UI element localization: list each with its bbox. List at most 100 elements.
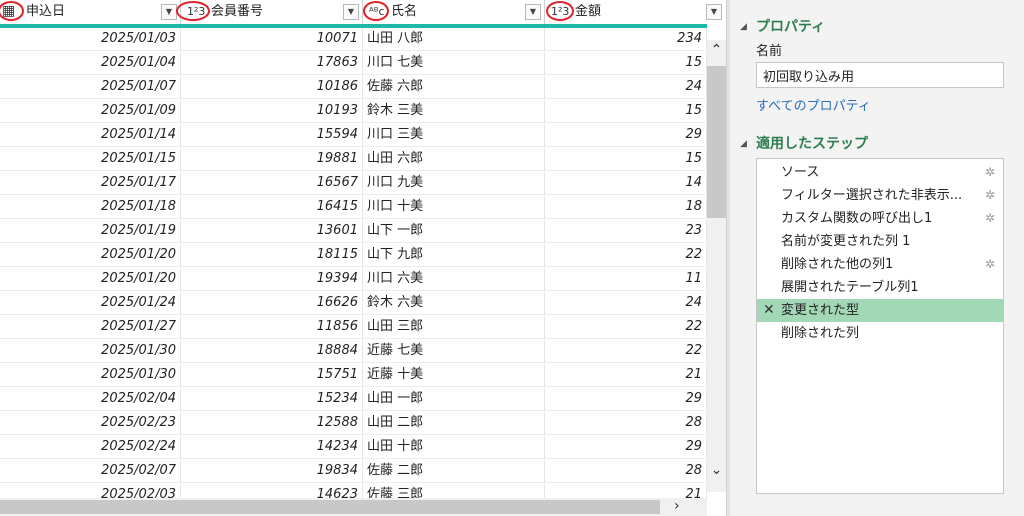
cell-date[interactable]: 2025/01/09 xyxy=(0,100,181,122)
cell-date[interactable]: 2025/02/24 xyxy=(0,436,181,458)
cell-date[interactable]: 2025/01/15 xyxy=(0,148,181,170)
cell-id[interactable]: 14234 xyxy=(181,436,363,458)
cell-name[interactable]: 山下 九郎 xyxy=(363,244,545,266)
cell-name[interactable]: 山田 二郎 xyxy=(363,412,545,434)
cell-date[interactable]: 2025/01/14 xyxy=(0,124,181,146)
cell-amt[interactable]: 28 xyxy=(545,460,707,482)
gear-icon[interactable]: ✲ xyxy=(985,161,995,184)
dropdown-arrow-icon[interactable]: ▼ xyxy=(706,4,722,20)
cell-id[interactable]: 15594 xyxy=(181,124,363,146)
cell-date[interactable]: 2025/01/19 xyxy=(0,220,181,242)
table-row[interactable]: 2025/01/04 17863 川口 七美 15 xyxy=(0,52,707,75)
cell-date[interactable]: 2025/02/04 xyxy=(0,388,181,410)
cell-name[interactable]: 川口 九美 xyxy=(363,172,545,194)
cell-id[interactable]: 15234 xyxy=(181,388,363,410)
cell-amt[interactable]: 22 xyxy=(545,316,707,338)
vertical-scroll-thumb[interactable] xyxy=(707,66,726,218)
table-row[interactable]: 2025/01/17 16567 川口 九美 14 xyxy=(0,172,707,195)
delete-step-icon[interactable]: ✕ xyxy=(763,299,775,322)
cell-date[interactable]: 2025/01/04 xyxy=(0,52,181,74)
column-header-name[interactable]: ᴬᴮc 氏名 ▼ xyxy=(363,0,545,24)
scroll-down-icon[interactable]: ⌄ xyxy=(707,462,726,478)
dropdown-arrow-icon[interactable]: ▼ xyxy=(525,4,541,20)
cell-id[interactable]: 11856 xyxy=(181,316,363,338)
cell-id[interactable]: 13601 xyxy=(181,220,363,242)
dropdown-arrow-icon[interactable]: ▼ xyxy=(161,4,177,20)
cell-date[interactable]: 2025/01/20 xyxy=(0,244,181,266)
table-row[interactable]: 2025/02/07 19834 佐藤 二郎 28 xyxy=(0,460,707,483)
applied-step[interactable]: ✕ 変更された型 xyxy=(757,299,1003,322)
table-row[interactable]: 2025/01/27 11856 山田 三郎 22 xyxy=(0,316,707,339)
cell-date[interactable]: 2025/01/30 xyxy=(0,340,181,362)
collapse-triangle-icon[interactable]: ◢ xyxy=(740,139,747,149)
cell-name[interactable]: 鈴木 三美 xyxy=(363,100,545,122)
scroll-right-icon[interactable]: › xyxy=(674,498,680,514)
cell-name[interactable]: 近藤 十美 xyxy=(363,364,545,386)
applied-step[interactable]: フィルター選択された非表示... ✲ xyxy=(757,184,1003,207)
cell-amt[interactable]: 24 xyxy=(545,76,707,98)
cell-date[interactable]: 2025/01/03 xyxy=(0,28,181,50)
cell-id[interactable]: 19394 xyxy=(181,268,363,290)
cell-id[interactable]: 19834 xyxy=(181,460,363,482)
cell-date[interactable]: 2025/02/23 xyxy=(0,412,181,434)
cell-id[interactable]: 16626 xyxy=(181,292,363,314)
table-row[interactable]: 2025/01/24 16626 鈴木 六美 24 xyxy=(0,292,707,315)
applied-step[interactable]: カスタム関数の呼び出し1 ✲ xyxy=(757,207,1003,230)
collapse-triangle-icon[interactable]: ◢ xyxy=(740,22,747,32)
table-row[interactable]: 2025/01/20 18115 山下 九郎 22 xyxy=(0,244,707,267)
cell-date[interactable]: 2025/01/20 xyxy=(0,268,181,290)
cell-amt[interactable]: 15 xyxy=(545,100,707,122)
table-row[interactable]: 2025/01/15 19881 山田 六郎 15 xyxy=(0,148,707,171)
cell-amt[interactable]: 24 xyxy=(545,292,707,314)
cell-id[interactable]: 17863 xyxy=(181,52,363,74)
all-properties-link[interactable]: すべてのプロパティ xyxy=(756,95,871,114)
cell-name[interactable]: 川口 六美 xyxy=(363,268,545,290)
cell-name[interactable]: 川口 三美 xyxy=(363,124,545,146)
horizontal-scroll-thumb[interactable] xyxy=(0,500,660,514)
gear-icon[interactable]: ✲ xyxy=(985,253,995,276)
applied-step[interactable]: 名前が変更された列 1 xyxy=(757,230,1003,253)
applied-step[interactable]: 削除された列 xyxy=(757,322,1003,345)
cell-id[interactable]: 10193 xyxy=(181,100,363,122)
cell-id[interactable]: 18115 xyxy=(181,244,363,266)
table-row[interactable]: 2025/01/09 10193 鈴木 三美 15 xyxy=(0,100,707,123)
cell-amt[interactable]: 21 xyxy=(545,364,707,386)
cell-id[interactable]: 16567 xyxy=(181,172,363,194)
cell-name[interactable]: 山田 八郎 xyxy=(363,28,545,50)
table-row[interactable]: 2025/01/07 10186 佐藤 六郎 24 xyxy=(0,76,707,99)
cell-amt[interactable]: 29 xyxy=(545,124,707,146)
cell-amt[interactable]: 234 xyxy=(545,28,707,50)
cell-amt[interactable]: 22 xyxy=(545,244,707,266)
cell-name[interactable]: 山田 三郎 xyxy=(363,316,545,338)
cell-name[interactable]: 佐藤 二郎 xyxy=(363,460,545,482)
cell-name[interactable]: 山田 六郎 xyxy=(363,148,545,170)
cell-name[interactable]: 山田 十郎 xyxy=(363,436,545,458)
cell-id[interactable]: 16415 xyxy=(181,196,363,218)
cell-name[interactable]: 川口 十美 xyxy=(363,196,545,218)
cell-name[interactable]: 佐藤 六郎 xyxy=(363,76,545,98)
cell-amt[interactable]: 15 xyxy=(545,52,707,74)
cell-name[interactable]: 山田 一郎 xyxy=(363,388,545,410)
gear-icon[interactable]: ✲ xyxy=(985,207,995,230)
query-name-input[interactable] xyxy=(756,62,1004,88)
cell-amt[interactable]: 11 xyxy=(545,268,707,290)
cell-amt[interactable]: 15 xyxy=(545,148,707,170)
table-row[interactable]: 2025/01/30 18884 近藤 七美 22 xyxy=(0,340,707,363)
cell-name[interactable]: 山下 一郎 xyxy=(363,220,545,242)
cell-id[interactable]: 10071 xyxy=(181,28,363,50)
cell-amt[interactable]: 23 xyxy=(545,220,707,242)
applied-step[interactable]: ソース ✲ xyxy=(757,161,1003,184)
dropdown-arrow-icon[interactable]: ▼ xyxy=(343,4,359,20)
column-header-date[interactable]: ▦ 申込日 ▼ xyxy=(0,0,181,24)
cell-amt[interactable]: 28 xyxy=(545,412,707,434)
table-row[interactable]: 2025/01/03 10071 山田 八郎 234 xyxy=(0,28,707,51)
cell-id[interactable]: 15751 xyxy=(181,364,363,386)
cell-amt[interactable]: 22 xyxy=(545,340,707,362)
table-row[interactable]: 2025/01/19 13601 山下 一郎 23 xyxy=(0,220,707,243)
cell-id[interactable]: 19881 xyxy=(181,148,363,170)
table-row[interactable]: 2025/01/14 15594 川口 三美 29 xyxy=(0,124,707,147)
applied-step[interactable]: 展開されたテーブル列1 xyxy=(757,276,1003,299)
cell-id[interactable]: 10186 xyxy=(181,76,363,98)
table-row[interactable]: 2025/01/30 15751 近藤 十美 21 xyxy=(0,364,707,387)
cell-amt[interactable]: 14 xyxy=(545,172,707,194)
